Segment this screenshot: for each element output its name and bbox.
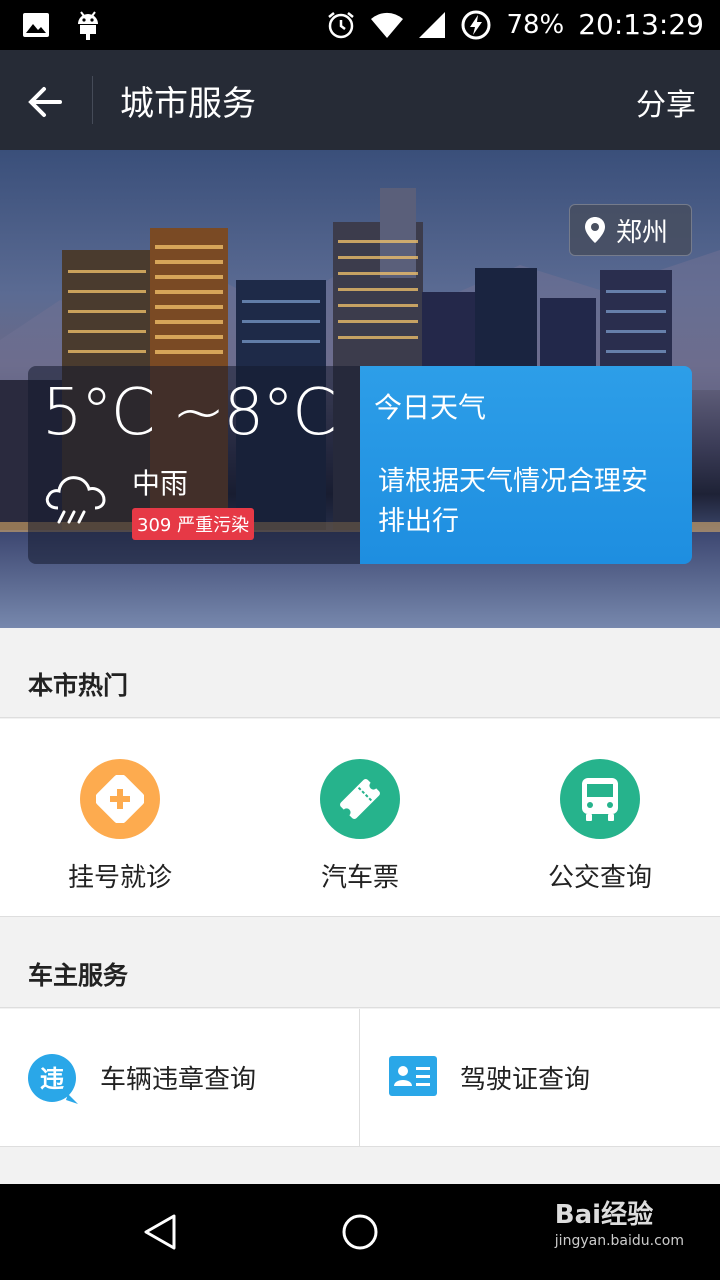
baidu-jingyan-watermark: Bai经验 jingyan.baidu.com xyxy=(555,1194,684,1249)
location-pin-icon xyxy=(585,217,605,243)
android-icon xyxy=(76,10,100,40)
owner-section-header: 车主服务 xyxy=(0,918,720,1008)
owner-item-label: 驾驶证查询 xyxy=(460,1065,591,1095)
alarm-icon xyxy=(326,10,356,40)
location-name: 郑州 xyxy=(616,217,669,248)
nav-back-button[interactable] xyxy=(140,1212,180,1256)
temperature-range: 5°C ~8°C xyxy=(42,376,337,450)
hot-services-grid: 挂号就诊 汽车票 公交查询 xyxy=(0,719,720,917)
license-card-icon xyxy=(388,1054,438,1102)
back-button[interactable] xyxy=(22,78,70,126)
nav-back-triangle-icon xyxy=(144,1214,176,1250)
system-nav-bar: Bai经验 jingyan.baidu.com xyxy=(0,1184,720,1280)
violation-icon-glyph: 违 xyxy=(40,1065,64,1093)
clock: 20:13:29 xyxy=(578,8,704,41)
nav-home-circle-icon xyxy=(342,1214,378,1250)
hot-item-label: 挂号就诊 xyxy=(67,863,172,893)
nav-home-button[interactable] xyxy=(340,1212,380,1256)
owner-item-label: 车辆违章查询 xyxy=(100,1065,257,1095)
location-selector[interactable]: 郑州 xyxy=(569,204,692,256)
wifi-icon xyxy=(370,11,404,39)
hot-item-label: 汽车票 xyxy=(320,863,399,893)
owner-section-title: 车主服务 xyxy=(28,961,129,990)
weather-panel-title: 今日天气 xyxy=(374,391,487,424)
violation-icon: 违 xyxy=(28,1054,80,1110)
bus-query-button[interactable]: 公交查询 xyxy=(480,719,720,917)
watermark-url: jingyan.baidu.com xyxy=(554,1233,684,1249)
back-arrow-icon xyxy=(28,87,62,117)
hospital-registration-button[interactable]: 挂号就诊 xyxy=(0,719,240,917)
app-bar: 城市服务 分享 xyxy=(0,50,720,150)
hospital-plus-icon xyxy=(80,759,160,839)
bus-ticket-button[interactable]: 汽车票 xyxy=(240,719,480,917)
license-query-button[interactable]: 驾驶证查询 xyxy=(360,1009,720,1147)
ticket-icon xyxy=(320,759,400,839)
air-quality-badge: 309 严重污染 xyxy=(132,508,255,540)
hot-item-label: 公交查询 xyxy=(547,863,652,893)
weather-advice: 请根据天气情况合理安排出行 xyxy=(378,466,648,537)
app-bar-divider xyxy=(92,76,93,124)
rain-cloud-icon xyxy=(42,470,112,530)
hot-section-title: 本市热门 xyxy=(28,671,129,700)
weather-summary-card[interactable]: 5°C ~8°C 中雨 309 严重污染 xyxy=(28,366,360,564)
image-icon xyxy=(22,12,50,38)
status-bar: 78% 20:13:29 xyxy=(0,0,720,50)
city-hero-banner: 郑州 5°C ~8°C 中雨 309 严重污染 今日天气 请根据天气情况合理安排… xyxy=(0,150,720,628)
weather-advice-card[interactable]: 今日天气 请根据天气情况合理安排出行 xyxy=(360,366,692,564)
violation-query-button[interactable]: 违 车辆违章查询 xyxy=(0,1009,360,1147)
weather-condition: 中雨 xyxy=(132,467,189,500)
battery-charging-icon xyxy=(460,9,492,41)
owner-services-grid: 违 车辆违章查询 驾驶证查询 xyxy=(0,1009,720,1147)
battery-level: 78% xyxy=(506,9,565,40)
page-title: 城市服务 xyxy=(120,84,256,124)
bus-icon xyxy=(560,759,640,839)
watermark-logo: Bai经验 xyxy=(554,1200,654,1230)
signal-icon xyxy=(418,11,446,39)
hot-section-header: 本市热门 xyxy=(0,628,720,718)
share-button[interactable]: 分享 xyxy=(636,80,696,124)
